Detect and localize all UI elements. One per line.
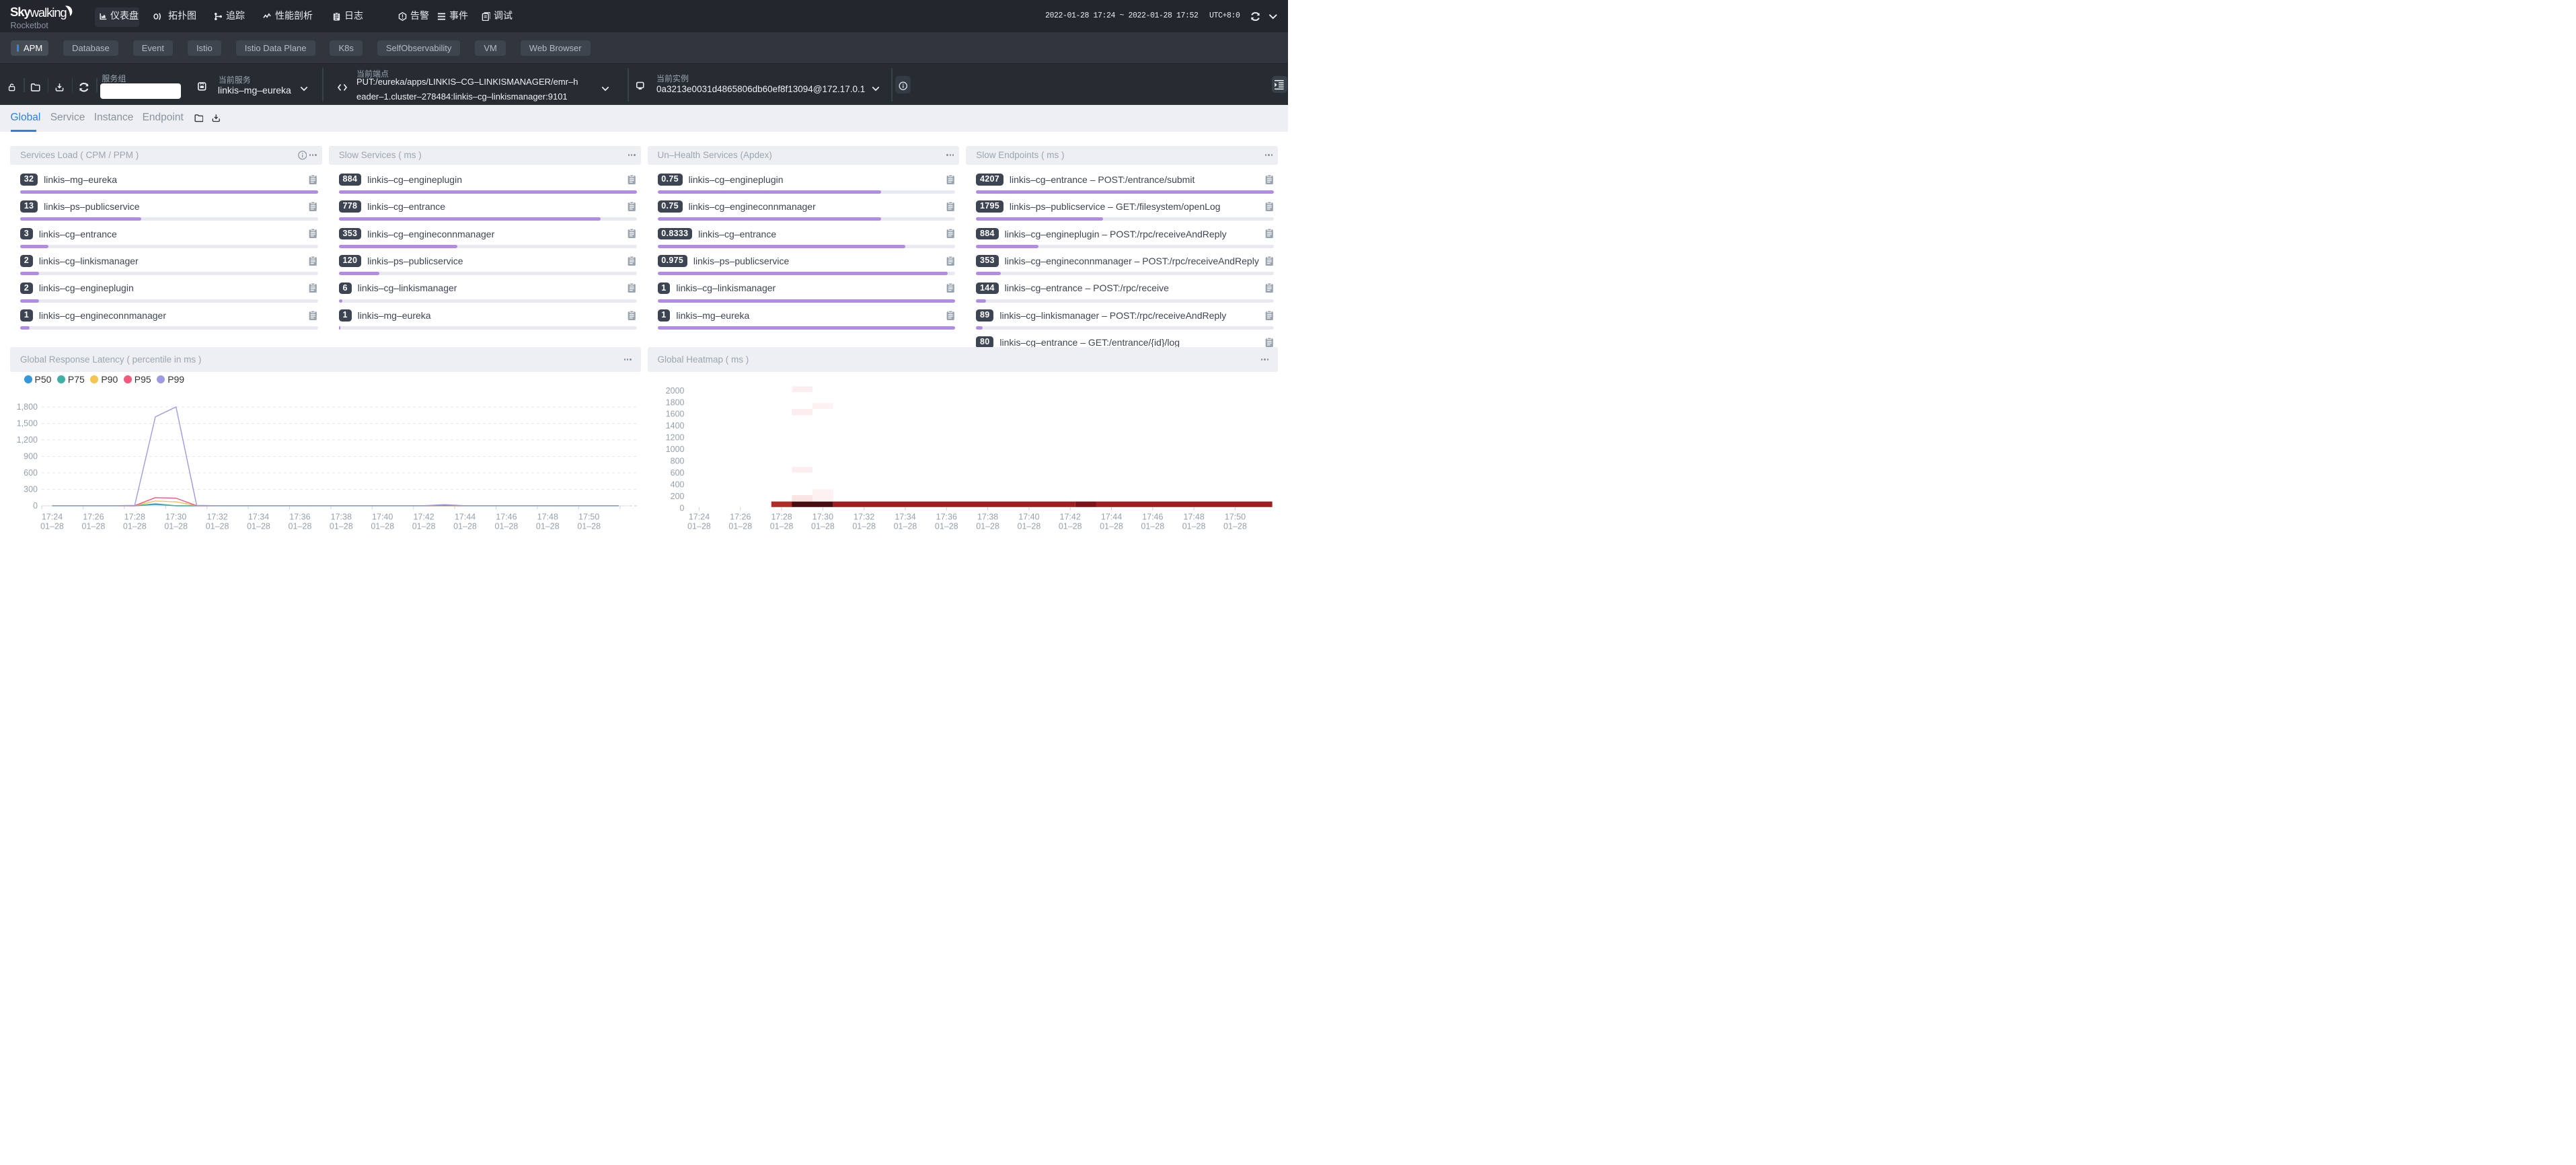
svg-text:01–28: 01–28 <box>934 522 958 531</box>
svg-text:2000: 2000 <box>665 386 684 396</box>
svg-text:17:30: 17:30 <box>165 513 186 522</box>
svg-text:1,500: 1,500 <box>17 419 38 428</box>
svg-text:01–28: 01–28 <box>206 522 229 531</box>
svg-text:01–28: 01–28 <box>453 522 477 531</box>
svg-text:17:48: 17:48 <box>1183 513 1204 522</box>
svg-text:01–28: 01–28 <box>82 522 106 531</box>
svg-text:01–28: 01–28 <box>40 522 64 531</box>
svg-text:17:38: 17:38 <box>331 513 352 522</box>
svg-text:1800: 1800 <box>665 398 684 407</box>
svg-text:01–28: 01–28 <box>577 522 601 531</box>
svg-text:17:36: 17:36 <box>289 513 310 522</box>
svg-text:01–28: 01–28 <box>495 522 519 531</box>
svg-text:17:44: 17:44 <box>455 513 476 522</box>
svg-text:1400: 1400 <box>665 421 684 430</box>
svg-text:01–28: 01–28 <box>371 522 394 531</box>
svg-text:200: 200 <box>670 492 684 501</box>
svg-text:01–28: 01–28 <box>769 522 793 531</box>
svg-text:1200: 1200 <box>665 433 684 443</box>
svg-text:01–28: 01–28 <box>1141 522 1164 531</box>
svg-text:17:28: 17:28 <box>771 513 792 522</box>
svg-text:01–28: 01–28 <box>1223 522 1247 531</box>
svg-text:1600: 1600 <box>665 410 684 419</box>
svg-text:17:38: 17:38 <box>977 513 997 522</box>
svg-text:17:50: 17:50 <box>578 513 599 522</box>
svg-text:17:24: 17:24 <box>688 513 709 522</box>
svg-text:1000: 1000 <box>665 445 684 454</box>
svg-text:17:34: 17:34 <box>248 513 269 522</box>
svg-text:01–28: 01–28 <box>123 522 147 531</box>
svg-text:17:42: 17:42 <box>1059 513 1080 522</box>
svg-text:01–28: 01–28 <box>1017 522 1040 531</box>
svg-text:17:50: 17:50 <box>1224 513 1245 522</box>
svg-text:01–28: 01–28 <box>852 522 876 531</box>
svg-text:900: 900 <box>24 452 38 461</box>
svg-text:17:32: 17:32 <box>854 513 874 522</box>
svg-text:0: 0 <box>33 501 38 511</box>
svg-text:01–28: 01–28 <box>893 522 917 531</box>
svg-text:17:32: 17:32 <box>206 513 227 522</box>
svg-text:17:26: 17:26 <box>83 513 104 522</box>
svg-text:800: 800 <box>670 457 684 466</box>
svg-text:600: 600 <box>670 468 684 478</box>
svg-text:400: 400 <box>670 480 684 489</box>
svg-text:01–28: 01–28 <box>728 522 752 531</box>
svg-text:17:44: 17:44 <box>1100 513 1121 522</box>
svg-text:17:24: 17:24 <box>42 513 63 522</box>
svg-text:01–28: 01–28 <box>536 522 560 531</box>
svg-text:01–28: 01–28 <box>976 522 999 531</box>
svg-text:01–28: 01–28 <box>811 522 835 531</box>
svg-text:01–28: 01–28 <box>1100 522 1123 531</box>
svg-text:1,200: 1,200 <box>17 435 38 445</box>
svg-text:17:36: 17:36 <box>936 513 956 522</box>
svg-text:17:40: 17:40 <box>1018 513 1039 522</box>
svg-text:01–28: 01–28 <box>1182 522 1205 531</box>
svg-text:17:46: 17:46 <box>1142 513 1163 522</box>
svg-text:17:30: 17:30 <box>812 513 833 522</box>
svg-text:01–28: 01–28 <box>687 522 711 531</box>
svg-text:17:26: 17:26 <box>730 513 751 522</box>
svg-text:300: 300 <box>24 485 38 494</box>
svg-text:17:46: 17:46 <box>496 513 517 522</box>
svg-text:17:40: 17:40 <box>372 513 393 522</box>
svg-text:17:28: 17:28 <box>124 513 145 522</box>
svg-text:01–28: 01–28 <box>330 522 353 531</box>
svg-text:01–28: 01–28 <box>247 522 270 531</box>
svg-text:1,800: 1,800 <box>17 402 38 412</box>
svg-text:01–28: 01–28 <box>1058 522 1082 531</box>
svg-text:01–28: 01–28 <box>289 522 312 531</box>
svg-text:17:48: 17:48 <box>537 513 558 522</box>
svg-text:0: 0 <box>679 503 684 513</box>
svg-text:600: 600 <box>24 468 38 478</box>
svg-text:17:42: 17:42 <box>413 513 434 522</box>
svg-text:01–28: 01–28 <box>164 522 188 531</box>
svg-text:17:34: 17:34 <box>895 513 915 522</box>
svg-text:01–28: 01–28 <box>412 522 436 531</box>
